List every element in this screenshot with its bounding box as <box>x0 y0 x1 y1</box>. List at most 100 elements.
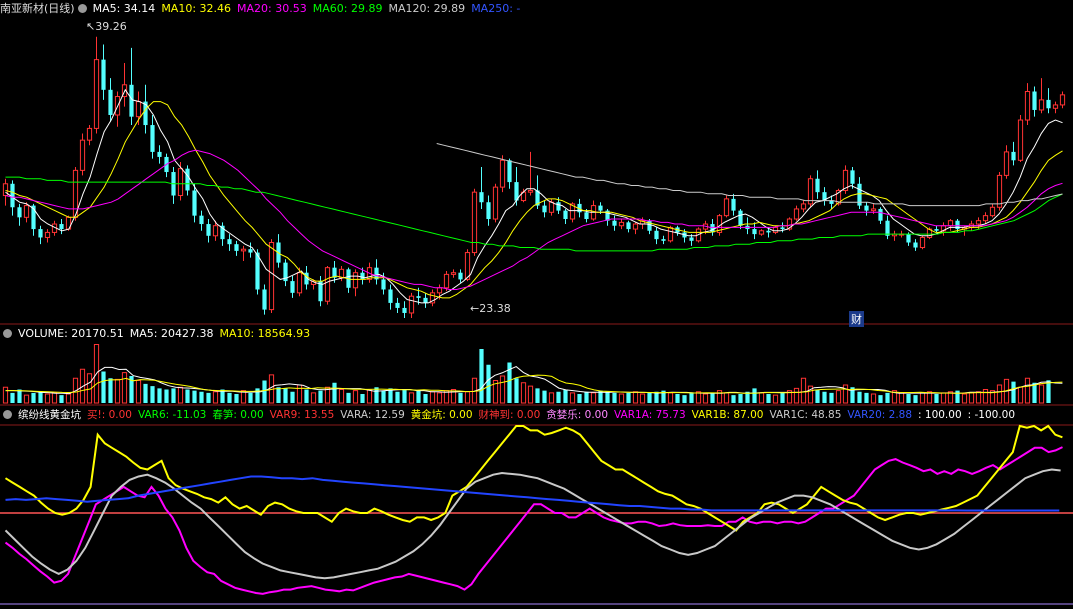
candle-body <box>101 59 106 90</box>
candle-body <box>793 208 800 220</box>
volume-bar <box>479 349 484 403</box>
volume-bar <box>108 378 113 403</box>
candle-body <box>975 220 982 225</box>
candle-body <box>723 198 730 217</box>
candle-body <box>360 272 365 280</box>
candle <box>324 265 331 305</box>
ind-chunsun: 春笋: 0.00 <box>212 409 264 421</box>
candle-body <box>598 205 603 211</box>
candle-body <box>947 220 954 227</box>
volume-bar <box>584 391 589 403</box>
ind-huangjinkeng: 黄金坑: 0.00 <box>410 409 473 421</box>
candle-body <box>416 296 421 298</box>
candle-body <box>878 208 883 221</box>
candle-body <box>864 205 869 211</box>
volume-bar <box>675 394 680 403</box>
volume-bar <box>857 391 862 403</box>
candle-body <box>79 139 86 171</box>
candle-body <box>618 221 625 227</box>
candle-body <box>626 222 631 230</box>
volume-bar <box>535 388 540 403</box>
volume-bar <box>1046 380 1051 403</box>
ind-var20: VAR20: 2.88 <box>847 409 913 421</box>
indicator-header: 缤纷线黄金坑 买!: 0.00 VAR6: -11.03 春笋: 0.00 VAR9: … <box>0 408 1015 422</box>
candle-body <box>395 302 400 308</box>
volume-bar <box>150 386 155 403</box>
volume-bar <box>689 392 694 403</box>
candle-body <box>185 168 190 191</box>
candle-body <box>240 248 247 252</box>
candle-body <box>654 230 659 240</box>
volume-bar <box>192 390 197 403</box>
candle-body <box>450 272 457 275</box>
volume-bar <box>185 389 190 403</box>
candle-body <box>772 226 779 233</box>
volume-bar <box>290 391 295 403</box>
ind-tanlanle: 贪婪乐: 0.00 <box>546 409 609 421</box>
price-title: 南亚新材(日线) <box>0 2 75 15</box>
volume-bar <box>381 390 386 403</box>
volume-bar <box>955 390 960 403</box>
high-price-label: ↖39.26 <box>86 20 127 33</box>
candle-body <box>1038 99 1045 111</box>
candle-body <box>324 267 331 302</box>
ind-100: : 100.00 <box>918 409 962 421</box>
volume-bar <box>59 395 64 403</box>
kline-chart <box>0 0 1073 609</box>
candle-body <box>59 224 64 230</box>
volume-bar <box>822 391 827 403</box>
candle-body <box>388 289 393 303</box>
candle-body <box>689 237 694 241</box>
volume-bar <box>402 389 407 403</box>
candle-body <box>108 89 113 115</box>
candle-body <box>436 287 443 294</box>
candle-body <box>443 273 450 289</box>
candle-body <box>815 178 820 193</box>
volume-bar <box>647 392 652 403</box>
candle-body <box>982 215 989 222</box>
ind-title: 缤纷线黄金坑 <box>18 409 81 421</box>
low-price-label: ←23.38 <box>470 302 511 315</box>
ind-var9: VAR9: 13.55 <box>269 409 335 421</box>
candle-body <box>408 295 415 314</box>
gear-icon[interactable] <box>3 329 12 338</box>
volume-bar <box>31 392 36 403</box>
candle-body <box>906 234 911 243</box>
candle-body <box>661 239 666 241</box>
candle-body <box>290 281 295 293</box>
volume-bar <box>423 394 428 403</box>
candle <box>1017 114 1024 162</box>
candle-body <box>423 297 428 303</box>
candle-body <box>492 186 499 220</box>
volume-bar <box>486 364 491 403</box>
volume-bar <box>563 389 568 403</box>
volume-bar <box>682 395 687 403</box>
ind-var1b: VAR1B: 87.00 <box>691 409 764 421</box>
volume-bar <box>738 394 743 403</box>
volume-bar <box>206 392 211 403</box>
gear-icon[interactable] <box>77 4 87 13</box>
candle-body <box>766 230 771 233</box>
candle-body <box>129 84 134 117</box>
volume-bar <box>731 395 736 403</box>
volume-bar <box>332 382 337 403</box>
volume-bar <box>101 371 106 403</box>
candle-body <box>1011 151 1016 161</box>
volume-bar <box>829 392 834 403</box>
legend-ma10: MA10: 32.46 <box>161 2 232 15</box>
candle-body <box>150 125 155 152</box>
candle-body <box>667 226 674 242</box>
gear-icon[interactable] <box>3 410 12 419</box>
legend-ma5: MA5: 34.14 <box>92 2 156 15</box>
candle-body <box>507 160 512 183</box>
volume-bar <box>262 380 267 403</box>
finance-marker[interactable]: 财 <box>849 311 864 327</box>
volume-bar <box>626 392 631 403</box>
candle-body <box>800 203 807 210</box>
candle-body <box>268 242 275 311</box>
volume-bar <box>1011 381 1016 403</box>
legend-ma20: MA20: 30.53 <box>237 2 307 15</box>
candle-body <box>738 210 743 226</box>
candle-body <box>1052 104 1059 109</box>
legend-volume: VOLUME: 20170.51 <box>18 327 124 340</box>
